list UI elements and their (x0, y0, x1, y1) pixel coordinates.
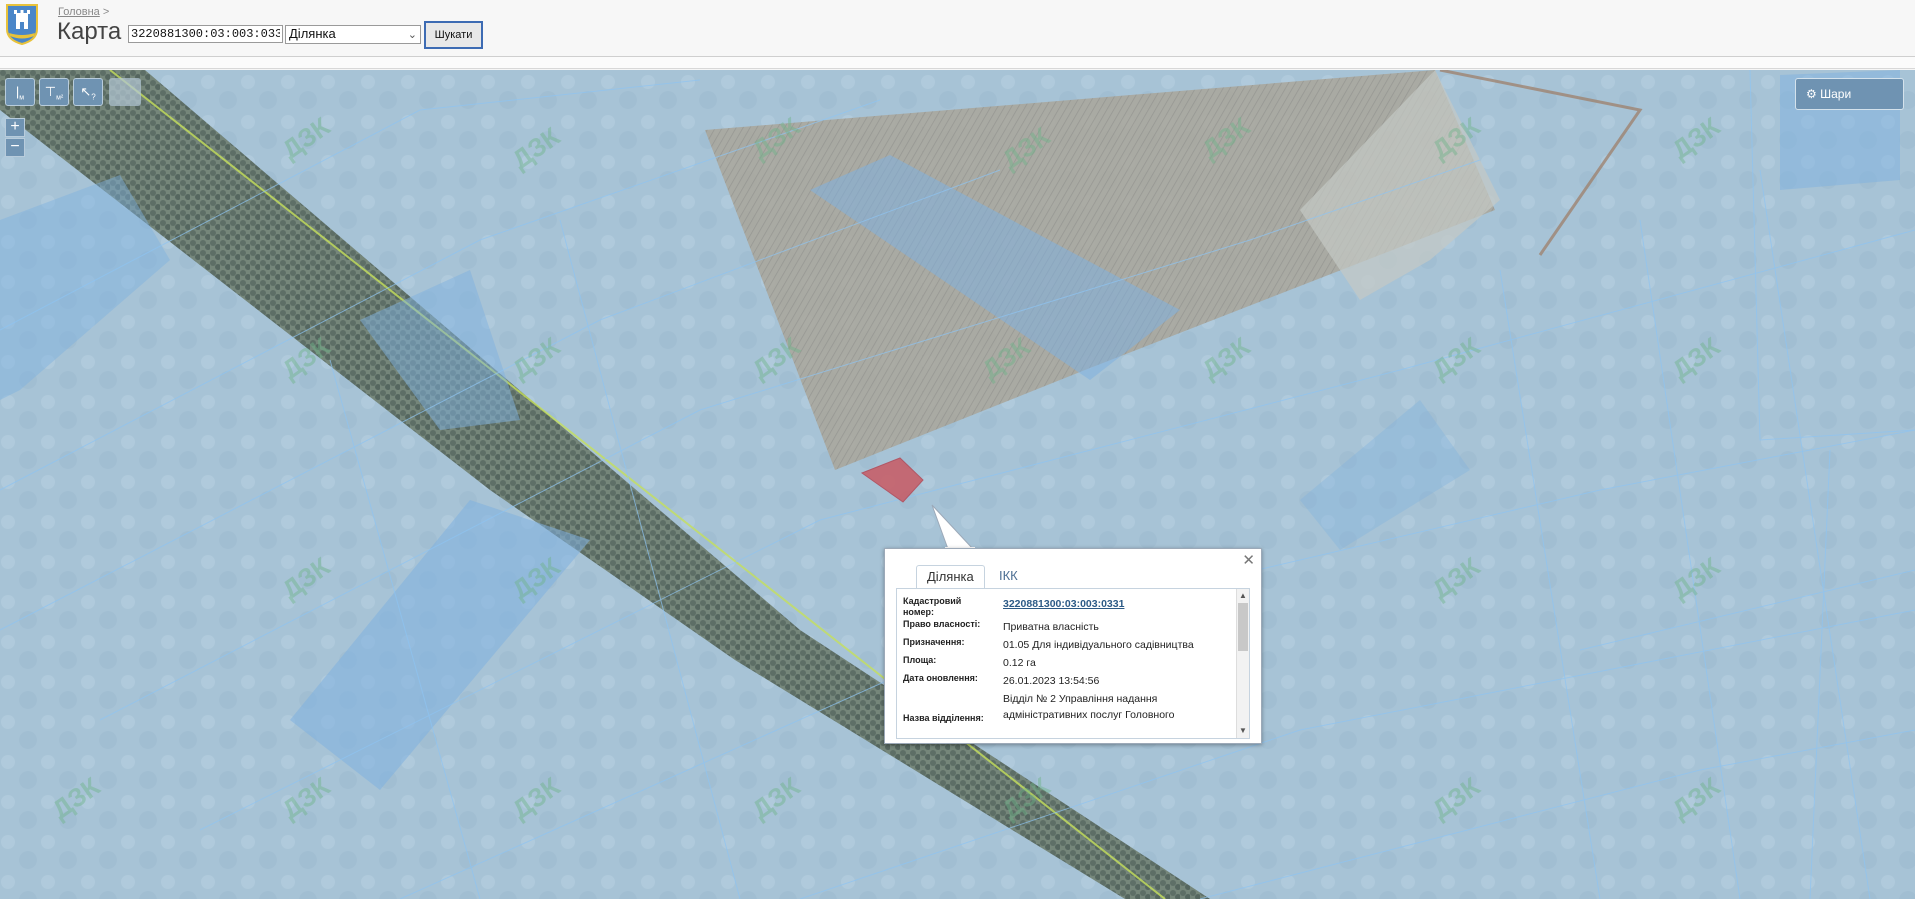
search-button[interactable]: Шукати (424, 21, 483, 49)
layers-button[interactable]: ⚙ Шари (1795, 78, 1904, 110)
measure-length-button[interactable]: |м (5, 78, 35, 106)
search-type-selected: Ділянка (289, 26, 336, 41)
identify-button[interactable]: ↖? (73, 78, 103, 106)
scroll-down-icon[interactable]: ▼ (1237, 725, 1249, 737)
breadcrumb: Головна > (58, 6, 109, 18)
map-toolbar: |м ⊤м² ↖? (5, 78, 141, 106)
scroll-up-icon[interactable]: ▲ (1237, 590, 1249, 602)
cadastral-search-input[interactable] (128, 25, 283, 43)
tool-label-identify: ? (91, 92, 96, 102)
tab-ikk[interactable]: ІКК (989, 565, 1028, 587)
header-bar: Головна > Карта Ділянка ⌄ Шукати (0, 0, 1915, 57)
ownership-value: Приватна власність (1003, 621, 1099, 633)
gear-icon: ⚙ (1806, 87, 1817, 101)
coat-of-arms-logo (6, 4, 38, 45)
ownership-label: Право власності: (903, 619, 981, 629)
toolbar-empty-slot (109, 78, 141, 106)
search-type-select[interactable]: Ділянка ⌄ (285, 25, 421, 44)
cursor-question-icon: ↖ (80, 84, 92, 99)
department-label: Назва відділення: (903, 713, 984, 723)
header-divider (0, 57, 1915, 69)
zoom-control: + − (5, 118, 25, 158)
popup-pointer (931, 504, 975, 551)
update-date-value: 26.01.2023 13:54:56 (1003, 675, 1100, 687)
cadastral-number-label: Кадастровий номер: (903, 596, 962, 617)
page-title: Карта (57, 18, 122, 45)
parcel-info-popup: ✕ Ділянка ІКК Кадастровий номер: 3220881… (884, 548, 1262, 744)
zoom-out-button[interactable]: − (5, 138, 25, 157)
tab-parcel[interactable]: Ділянка (916, 565, 985, 589)
cadastral-number-link[interactable]: 3220881300:03:003:0331 (1003, 596, 1233, 612)
breadcrumb-separator: > (102, 6, 110, 18)
chevron-down-icon: ⌄ (407, 29, 417, 41)
tool-label-length: м (19, 94, 25, 102)
area-label: Площа: (903, 655, 937, 665)
layers-button-label: Шари (1820, 87, 1852, 101)
map-imagery: ДЗК ДЗК ДЗК ДЗК ДЗК ДЗК ДЗК ДЗК ДЗК ДЗК … (0, 70, 1915, 899)
purpose-value: 01.05 Для індивідуального садівництва (1003, 639, 1194, 651)
scrollbar-thumb[interactable] (1238, 603, 1248, 651)
department-value: Відділ № 2 Управління надання адміністра… (1003, 693, 1175, 721)
close-icon[interactable]: ✕ (1242, 551, 1255, 569)
update-date-label: Дата оновлення: (903, 673, 978, 683)
purpose-label: Призначення: (903, 637, 965, 647)
map-canvas[interactable]: ДЗК ДЗК ДЗК ДЗК ДЗК ДЗК ДЗК ДЗК ДЗК ДЗК … (0, 70, 1915, 899)
tool-label-area: м² (56, 94, 64, 102)
zoom-in-button[interactable]: + (5, 118, 25, 137)
area-value: 0.12 га (1003, 657, 1036, 669)
parcel-details-panel: Кадастровий номер: 3220881300:03:003:033… (896, 588, 1250, 739)
measure-area-button[interactable]: ⊤м² (39, 78, 69, 106)
popup-scrollbar[interactable]: ▲ ▼ (1236, 589, 1249, 738)
area-ruler-icon: ⊤ (44, 84, 57, 99)
breadcrumb-home-link[interactable]: Головна (58, 6, 100, 18)
